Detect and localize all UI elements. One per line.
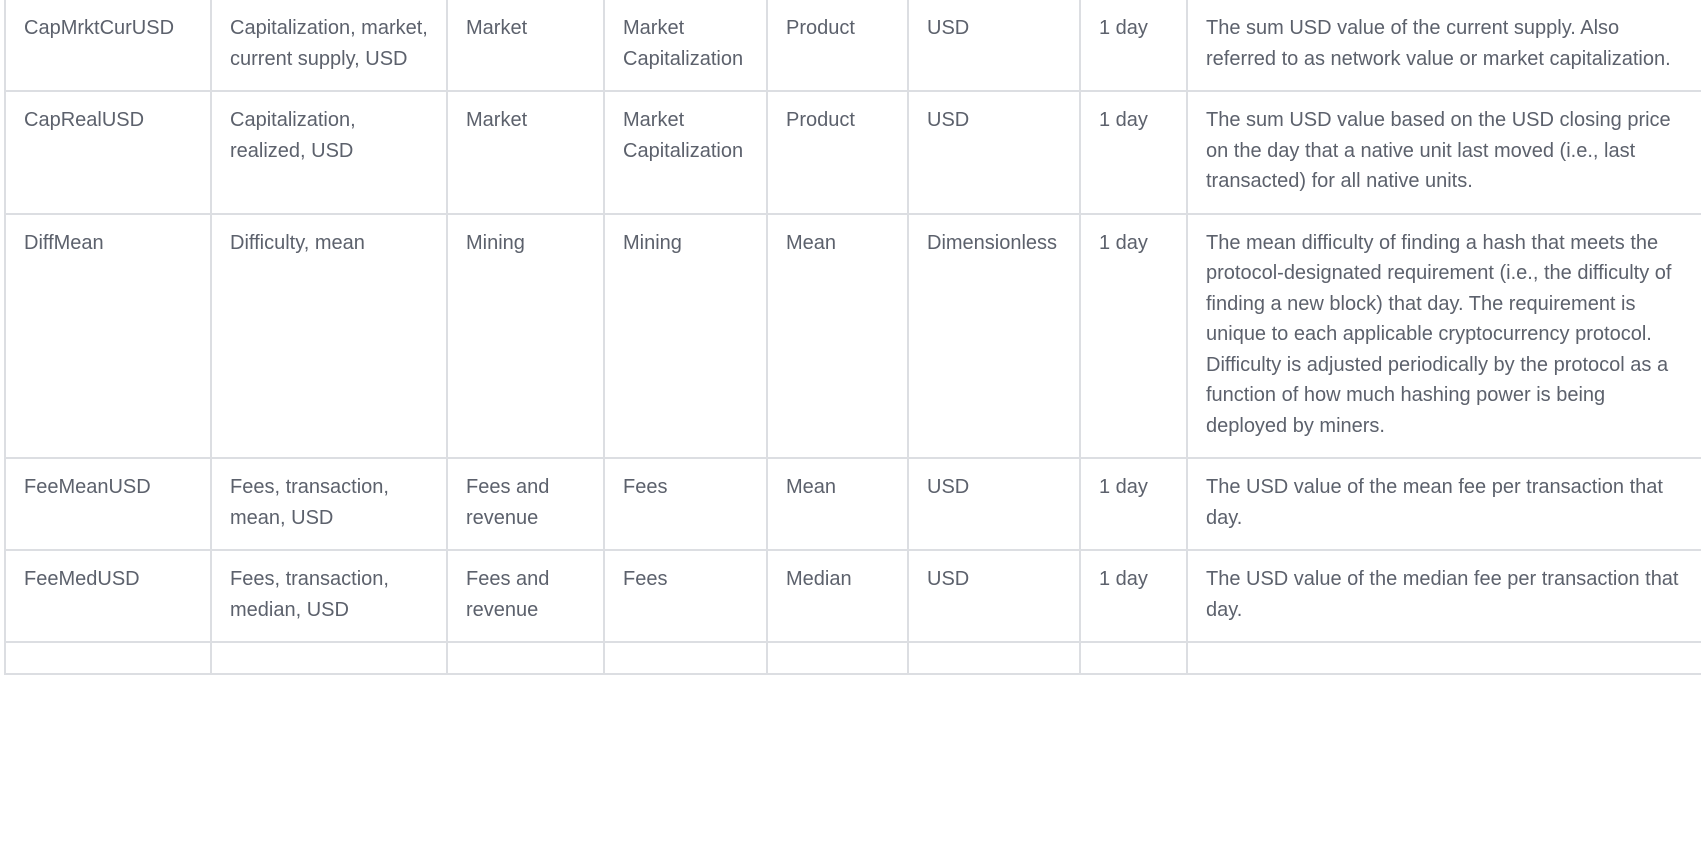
description-cell: The USD value of the mean fee per transa… — [1186, 457, 1701, 551]
metric-name-cell: Fees, transaction, mean, USD — [210, 457, 448, 551]
type-cell: Mean — [766, 212, 909, 459]
metric-id-cell: CapMrktCurUSD — [4, 0, 212, 92]
metric-id-cell: FeeMeanUSD — [4, 457, 212, 551]
subcategory-cell: Mining — [603, 212, 768, 459]
type-cell: Product — [766, 90, 909, 215]
description-cell: The mean difficulty of finding a hash th… — [1186, 212, 1701, 459]
subcategory-cell: Fees — [603, 457, 768, 551]
empty-cell — [1079, 641, 1188, 675]
description-cell: The sum USD value of the current supply.… — [1186, 0, 1701, 92]
category-cell: Fees and revenue — [446, 457, 605, 551]
type-cell: Product — [766, 0, 909, 92]
empty-cell — [603, 641, 768, 675]
empty-cell — [210, 641, 448, 675]
empty-cell — [446, 641, 605, 675]
metric-name-cell: Fees, transaction, median, USD — [210, 549, 448, 643]
subcategory-cell: Market Capitalization — [603, 0, 768, 92]
metrics-table: CapMrktCurUSD Capitalization, market, cur… — [4, 0, 1701, 675]
empty-cell — [766, 641, 909, 675]
type-cell: Median — [766, 549, 909, 643]
category-cell: Fees and revenue — [446, 549, 605, 643]
table-row: CapRealUSD Capitalization, realized, USD M… — [4, 90, 1701, 215]
table-row: FeeMedUSD Fees, transaction, median, USD F… — [4, 549, 1701, 643]
metric-id-cell: CapRealUSD — [4, 90, 212, 215]
unit-cell: USD — [907, 457, 1081, 551]
empty-cell — [907, 641, 1081, 675]
category-cell: Market — [446, 0, 605, 92]
interval-cell: 1 day — [1079, 457, 1188, 551]
table-row: DiffMean Difficulty, mean Mining Mining Mean… — [4, 212, 1701, 459]
unit-cell: USD — [907, 549, 1081, 643]
metric-name-cell: Capitalization, realized, USD — [210, 90, 448, 215]
table-row: CapMrktCurUSD Capitalization, market, cur… — [4, 0, 1701, 92]
metric-id-cell: DiffMean — [4, 212, 212, 459]
interval-cell: 1 day — [1079, 0, 1188, 92]
unit-cell: USD — [907, 90, 1081, 215]
category-cell: Market — [446, 90, 605, 215]
interval-cell: 1 day — [1079, 212, 1188, 459]
interval-cell: 1 day — [1079, 549, 1188, 643]
table-row-partial — [4, 641, 1701, 675]
metric-name-cell: Capitalization, market, current supply, … — [210, 0, 448, 92]
category-cell: Mining — [446, 212, 605, 459]
subcategory-cell: Market Capitalization — [603, 90, 768, 215]
table-row: FeeMeanUSD Fees, transaction, mean, USD Fe… — [4, 457, 1701, 551]
empty-cell — [1186, 641, 1701, 675]
interval-cell: 1 day — [1079, 90, 1188, 215]
metric-id-cell: FeeMedUSD — [4, 549, 212, 643]
subcategory-cell: Fees — [603, 549, 768, 643]
unit-cell: USD — [907, 0, 1081, 92]
description-cell: The USD value of the median fee per tran… — [1186, 549, 1701, 643]
metrics-table-body: CapMrktCurUSD Capitalization, market, cur… — [4, 0, 1701, 675]
type-cell: Mean — [766, 457, 909, 551]
empty-cell — [4, 641, 212, 675]
metrics-table-container: CapMrktCurUSD Capitalization, market, cur… — [4, 0, 1701, 675]
metric-name-cell: Difficulty, mean — [210, 212, 448, 459]
unit-cell: Dimensionless — [907, 212, 1081, 459]
description-cell: The sum USD value based on the USD closi… — [1186, 90, 1701, 215]
